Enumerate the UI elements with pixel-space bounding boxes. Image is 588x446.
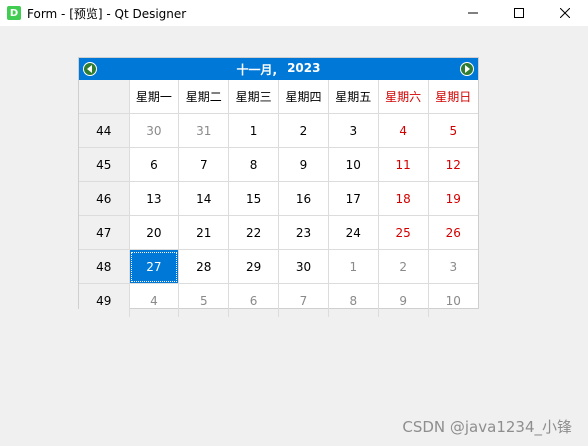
day-cell[interactable]: 22 bbox=[228, 215, 280, 250]
day-cell[interactable]: 3 bbox=[328, 113, 379, 148]
day-cell[interactable]: 23 bbox=[278, 215, 329, 250]
day-cell[interactable]: 2 bbox=[378, 249, 429, 284]
arrow-right-icon bbox=[465, 65, 470, 73]
day-cell[interactable]: 1 bbox=[328, 249, 379, 284]
next-month-button[interactable] bbox=[460, 62, 474, 76]
week-row: 45 6 7 8 9 10 11 12 bbox=[79, 147, 478, 182]
qt-designer-icon: D bbox=[7, 6, 21, 20]
day-cell[interactable]: 5 bbox=[178, 283, 230, 317]
day-cell[interactable]: 6 bbox=[129, 147, 180, 182]
week-row: 48 27 28 29 30 1 2 3 bbox=[79, 249, 478, 284]
weekday-header-row: 星期一 星期二 星期三 星期四 星期五 星期六 星期日 bbox=[79, 80, 478, 114]
year-button[interactable]: 2023 bbox=[287, 61, 320, 78]
window-title: Form - [预览] - Qt Designer bbox=[27, 6, 187, 21]
selected-day-cell[interactable]: 27 bbox=[129, 249, 180, 284]
month-button[interactable]: 十一月, bbox=[237, 61, 278, 78]
day-cell[interactable]: 10 bbox=[428, 284, 478, 318]
weekday-header-tue: 星期二 bbox=[178, 80, 230, 114]
day-cell[interactable]: 21 bbox=[178, 215, 230, 250]
day-cell[interactable]: 25 bbox=[378, 215, 429, 250]
day-cell[interactable]: 18 bbox=[378, 181, 429, 216]
day-cell[interactable]: 31 bbox=[178, 113, 230, 148]
day-cell[interactable]: 7 bbox=[178, 147, 230, 182]
day-cell[interactable]: 14 bbox=[178, 181, 230, 216]
day-cell[interactable]: 20 bbox=[129, 215, 180, 250]
day-cell[interactable]: 30 bbox=[278, 249, 329, 284]
maximize-icon bbox=[514, 8, 524, 18]
week-number: 45 bbox=[79, 147, 130, 182]
day-cell[interactable]: 5 bbox=[428, 113, 478, 148]
day-cell[interactable]: 2 bbox=[278, 113, 329, 148]
watermark-text: CSDN @java1234_小锋 bbox=[402, 418, 572, 436]
weekday-header-sat: 星期六 bbox=[378, 80, 429, 114]
day-cell[interactable]: 12 bbox=[428, 147, 478, 182]
day-cell[interactable]: 15 bbox=[228, 181, 280, 216]
calendar-grid: 星期一 星期二 星期三 星期四 星期五 星期六 星期日 44 30 31 1 2… bbox=[79, 80, 478, 317]
weekday-header-sun: 星期日 bbox=[428, 80, 478, 114]
week-row: 44 30 31 1 2 3 4 5 bbox=[79, 113, 478, 148]
title-bar[interactable]: D Form - [预览] - Qt Designer bbox=[0, 0, 588, 26]
day-cell[interactable]: 16 bbox=[278, 181, 329, 216]
weekday-header-fri: 星期五 bbox=[328, 80, 379, 114]
corner-cell bbox=[79, 80, 130, 114]
day-cell[interactable]: 29 bbox=[228, 249, 280, 284]
maximize-button[interactable] bbox=[496, 0, 542, 26]
designer-preview-window: D Form - [预览] - Qt Designer 十一月, 2023 星期… bbox=[0, 0, 588, 446]
week-number: 46 bbox=[79, 181, 130, 216]
week-number: 44 bbox=[79, 113, 130, 148]
calendar-widget[interactable]: 十一月, 2023 星期一 星期二 星期三 星期四 星期五 星期六 星期日 44… bbox=[78, 57, 479, 317]
day-cell[interactable]: 8 bbox=[228, 147, 280, 182]
day-cell[interactable]: 9 bbox=[378, 283, 429, 317]
day-cell[interactable]: 6 bbox=[228, 283, 280, 317]
minimize-button[interactable] bbox=[450, 0, 496, 26]
week-number: 49 bbox=[79, 283, 130, 317]
day-cell[interactable]: 8 bbox=[328, 283, 379, 317]
week-row: 47 20 21 22 23 24 25 26 bbox=[79, 215, 478, 250]
previous-month-button[interactable] bbox=[83, 62, 97, 76]
close-icon bbox=[560, 8, 570, 18]
day-cell[interactable]: 26 bbox=[428, 215, 478, 250]
day-cell[interactable]: 17 bbox=[328, 181, 379, 216]
day-cell[interactable]: 28 bbox=[178, 249, 230, 284]
day-cell[interactable]: 11 bbox=[378, 147, 429, 182]
week-number: 48 bbox=[79, 249, 130, 284]
week-row: 46 13 14 15 16 17 18 19 bbox=[79, 181, 478, 216]
day-cell[interactable]: 30 bbox=[129, 113, 180, 148]
window-controls bbox=[450, 0, 588, 26]
day-cell[interactable]: 3 bbox=[428, 249, 478, 284]
day-cell[interactable]: 9 bbox=[278, 147, 329, 182]
weekday-header-mon: 星期一 bbox=[129, 80, 180, 114]
minimize-icon bbox=[468, 12, 478, 14]
close-button[interactable] bbox=[542, 0, 588, 26]
month-year-label: 十一月, 2023 bbox=[237, 61, 321, 78]
week-row: 49 4 5 6 7 8 9 10 bbox=[79, 283, 478, 318]
day-cell[interactable]: 7 bbox=[278, 283, 329, 317]
weekday-header-thu: 星期四 bbox=[278, 80, 329, 114]
day-cell[interactable]: 24 bbox=[328, 215, 379, 250]
day-cell[interactable]: 19 bbox=[428, 181, 478, 216]
day-cell[interactable]: 13 bbox=[129, 181, 180, 216]
calendar-navigation-bar: 十一月, 2023 bbox=[79, 58, 478, 80]
day-cell[interactable]: 4 bbox=[129, 283, 180, 317]
day-cell[interactable]: 1 bbox=[228, 113, 280, 148]
weekday-header-wed: 星期三 bbox=[228, 80, 280, 114]
day-cell[interactable]: 10 bbox=[328, 147, 379, 182]
arrow-left-icon bbox=[87, 65, 92, 73]
day-cell[interactable]: 4 bbox=[378, 113, 429, 148]
week-number: 47 bbox=[79, 215, 130, 250]
